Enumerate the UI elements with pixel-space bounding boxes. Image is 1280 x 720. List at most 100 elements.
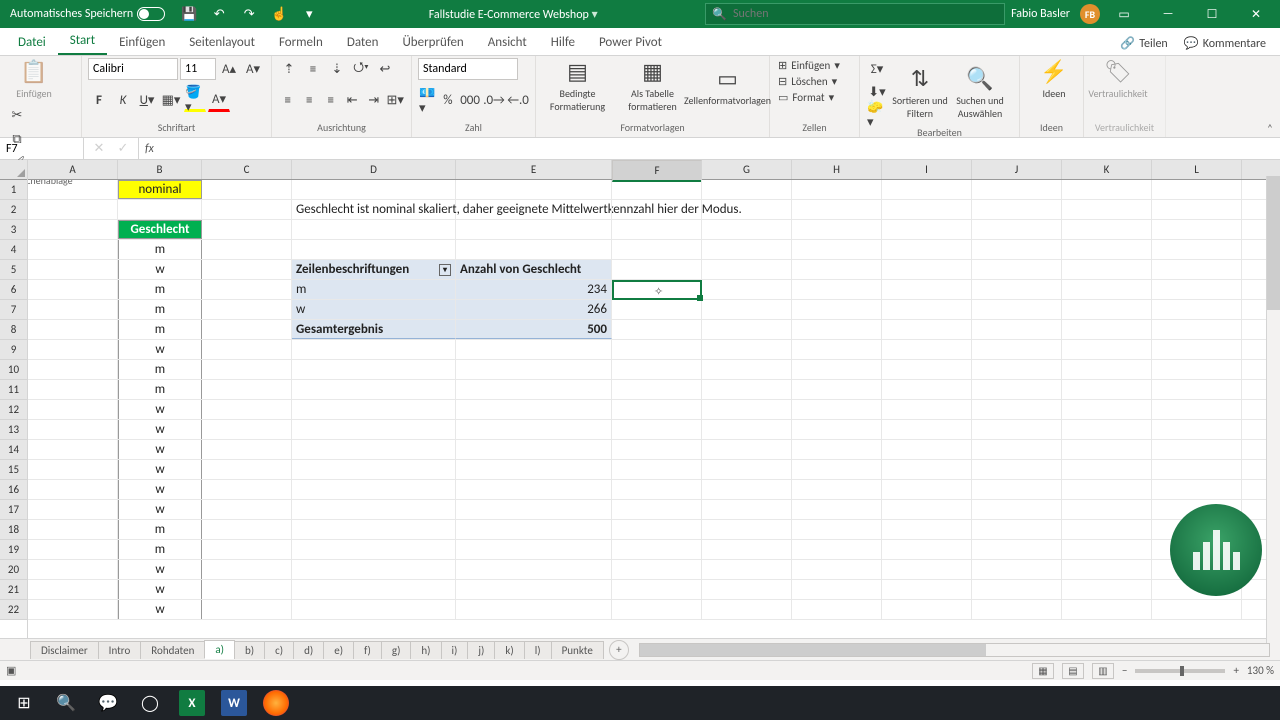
record-macro-icon[interactable]: ▣ [6, 664, 16, 677]
cell-F19[interactable] [612, 540, 702, 559]
cell-G10[interactable] [702, 360, 792, 379]
cell-I9[interactable] [882, 340, 972, 359]
horizontal-scrollbar[interactable] [639, 643, 1270, 657]
cell-K12[interactable] [1062, 400, 1152, 419]
cell-H1[interactable] [792, 180, 882, 199]
dec-decimal-icon[interactable]: ←.0 [507, 90, 529, 112]
cell-D8[interactable]: Gesamtergebnis [292, 320, 456, 339]
sheet-tab-c)[interactable]: c) [264, 641, 294, 659]
cell-L5[interactable] [1152, 260, 1242, 279]
align-center-icon[interactable]: ≡ [300, 90, 320, 112]
cell-D18[interactable] [292, 520, 456, 539]
cell-K3[interactable] [1062, 220, 1152, 239]
clear-icon[interactable]: 🧽▾ [866, 104, 888, 126]
cell-A6[interactable] [28, 280, 118, 299]
cell-A15[interactable] [28, 460, 118, 479]
cell-C4[interactable] [202, 240, 292, 259]
sort-filter-button[interactable]: ⇅Sortieren und Filtern [892, 65, 948, 120]
cell-E22[interactable] [456, 600, 612, 619]
cell-G16[interactable] [702, 480, 792, 499]
cell-F5[interactable] [612, 260, 702, 279]
cell-I10[interactable] [882, 360, 972, 379]
sheet-tab-d)[interactable]: d) [293, 641, 324, 659]
row-header-22[interactable]: 22 [0, 600, 27, 620]
cell-I8[interactable] [882, 320, 972, 339]
cell-B14[interactable]: w [118, 440, 202, 459]
vertical-scrollbar[interactable] [1266, 176, 1280, 656]
align-left-icon[interactable]: ≡ [278, 90, 298, 112]
cell-H14[interactable] [792, 440, 882, 459]
cell-C13[interactable] [202, 420, 292, 439]
cell-J8[interactable] [972, 320, 1062, 339]
cell-J15[interactable] [972, 460, 1062, 479]
cell-C11[interactable] [202, 380, 292, 399]
cell-D9[interactable] [292, 340, 456, 359]
cell-F16[interactable] [612, 480, 702, 499]
cell-D22[interactable] [292, 600, 456, 619]
fill-color-icon[interactable]: 🪣▾ [184, 90, 206, 112]
taskbar-excel[interactable]: X [172, 686, 212, 720]
cell-B3[interactable]: Geschlecht [118, 220, 202, 239]
cell-B15[interactable]: w [118, 460, 202, 479]
cell-C9[interactable] [202, 340, 292, 359]
sheet-tab-b)[interactable]: b) [234, 641, 265, 659]
cell-C7[interactable] [202, 300, 292, 319]
cell-K16[interactable] [1062, 480, 1152, 499]
cell-I3[interactable] [882, 220, 972, 239]
sheet-tab-i)[interactable]: i) [441, 641, 469, 659]
cell-F2[interactable] [612, 200, 702, 219]
view-break-icon[interactable]: ▥ [1092, 663, 1114, 679]
cell-E20[interactable] [456, 560, 612, 579]
cell-I18[interactable] [882, 520, 972, 539]
cell-H11[interactable] [792, 380, 882, 399]
cell-F13[interactable] [612, 420, 702, 439]
cell-F12[interactable] [612, 400, 702, 419]
zoom-out-button[interactable]: − [1122, 664, 1127, 677]
cell-A16[interactable] [28, 480, 118, 499]
tab-review[interactable]: Überprüfen [390, 30, 475, 55]
cell-B7[interactable]: m [118, 300, 202, 319]
cell-D7[interactable]: w [292, 300, 456, 319]
sheet-tab-f)[interactable]: f) [353, 641, 382, 659]
cell-I19[interactable] [882, 540, 972, 559]
row-header-14[interactable]: 14 [0, 440, 27, 460]
cell-K20[interactable] [1062, 560, 1152, 579]
cell-D6[interactable]: m [292, 280, 456, 299]
align-bottom-icon[interactable]: ⇣ [326, 58, 348, 80]
sheet-tab-l)[interactable]: l) [524, 641, 552, 659]
borders-icon[interactable]: ▦▾ [160, 90, 182, 112]
col-header-A[interactable]: A [28, 160, 118, 179]
add-sheet-button[interactable]: + [609, 640, 629, 660]
cell-A2[interactable] [28, 200, 118, 219]
qat-more-icon[interactable]: ▾ [297, 2, 321, 26]
cell-L6[interactable] [1152, 280, 1242, 299]
cell-L3[interactable] [1152, 220, 1242, 239]
cell-L12[interactable] [1152, 400, 1242, 419]
cell-C19[interactable] [202, 540, 292, 559]
cell-E2[interactable] [456, 200, 612, 219]
number-format-select[interactable] [418, 58, 518, 80]
cell-J13[interactable] [972, 420, 1062, 439]
cell-G8[interactable] [702, 320, 792, 339]
cell-H12[interactable] [792, 400, 882, 419]
cell-C3[interactable] [202, 220, 292, 239]
cell-L1[interactable] [1152, 180, 1242, 199]
tab-formulas[interactable]: Formeln [267, 30, 335, 55]
cell-J5[interactable] [972, 260, 1062, 279]
cell-C10[interactable] [202, 360, 292, 379]
row-header-21[interactable]: 21 [0, 580, 27, 600]
taskbar-app-icon[interactable]: ◯ [130, 686, 170, 720]
cell-E8[interactable]: 500 [456, 320, 612, 339]
sheet-tab-e)[interactable]: e) [323, 641, 354, 659]
search-box[interactable]: 🔍 [705, 3, 1005, 25]
sheet-tab-Disclaimer[interactable]: Disclaimer [30, 641, 99, 659]
cell-C8[interactable] [202, 320, 292, 339]
cell-H21[interactable] [792, 580, 882, 599]
cell-E12[interactable] [456, 400, 612, 419]
cell-D5[interactable]: Zeilenbeschriftungen▾ [292, 260, 456, 279]
taskbar-word[interactable]: W [214, 686, 254, 720]
cell-C20[interactable] [202, 560, 292, 579]
cell-F6[interactable] [612, 280, 702, 299]
cell-B13[interactable]: w [118, 420, 202, 439]
row-header-20[interactable]: 20 [0, 560, 27, 580]
